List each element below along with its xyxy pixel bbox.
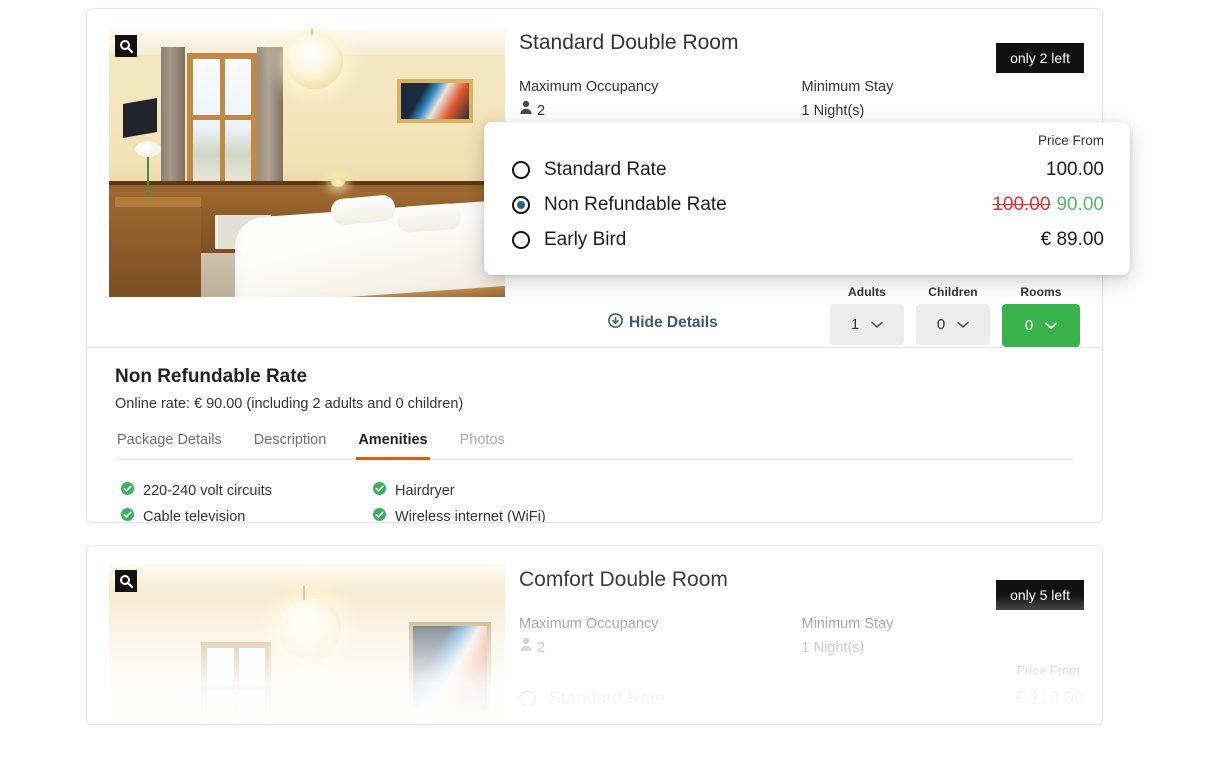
room-info: Standard Double Room only 2 left Maximum… <box>519 29 1084 122</box>
selected-rate-name: Non Refundable Rate <box>115 366 308 387</box>
rate-option-price: 100.00 <box>1045 158 1104 180</box>
radio-icon[interactable] <box>519 689 536 707</box>
status-badge: only 2 left <box>996 43 1084 73</box>
room-card-main: Comfort Double Room only 5 left Maximum … <box>87 546 1102 724</box>
room-photo-image <box>109 29 505 297</box>
adults-label: Adults <box>848 285 886 299</box>
rate-option-row[interactable]: Standard Rate € 110.00 <box>519 681 1084 715</box>
amenities-column-left: 220-240 volt circuits Cable television <box>121 480 373 523</box>
room-info: Comfort Double Room only 5 left Maximum … <box>519 566 1084 715</box>
rate-option-early-bird[interactable]: Early Bird € 89.00 <box>512 222 1104 257</box>
rate-options-preview: Price From Standard Rate € 110.00 <box>519 663 1084 715</box>
rooms-label: Rooms <box>1020 285 1062 299</box>
tab-package-details[interactable]: Package Details <box>115 432 224 459</box>
amenities-list: 220-240 volt circuits Cable television H… <box>115 460 1074 523</box>
hide-details-button[interactable]: Hide Details <box>608 313 718 333</box>
room-controls: Hide Details Adults 1 Children 0 Rooms 0 <box>87 277 1102 347</box>
rate-option-price: € 89.00 <box>1040 228 1104 250</box>
amenity-label: Hairdryer <box>395 482 455 499</box>
circle-arrow-down-icon <box>608 313 623 333</box>
tab-photos[interactable]: Photos <box>458 432 507 459</box>
list-item: Wireless internet (WiFi) <box>373 506 625 523</box>
rate-option-label: Standard Rate <box>549 687 666 708</box>
check-circle-icon <box>373 508 386 522</box>
rooms-selector-group: Rooms 0 <box>1002 285 1080 347</box>
person-icon <box>519 100 533 122</box>
check-circle-icon <box>373 482 386 499</box>
list-item: Hairdryer <box>373 480 625 501</box>
rate-option-standard[interactable]: Standard Rate 100.00 <box>512 152 1104 187</box>
amenity-label: 220-240 volt circuits <box>143 482 272 499</box>
adults-value: 1 <box>850 316 860 333</box>
rate-details-panel: Non Refundable Rate Online rate: € 90.00… <box>87 347 1102 523</box>
rooms-value: 0 <box>1024 317 1034 334</box>
rate-option-label: Early Bird <box>544 228 627 250</box>
rate-selection-popup: Price From Standard Rate 100.00 Non Refu… <box>484 122 1130 275</box>
chevron-down-icon <box>871 316 883 333</box>
chevron-down-icon <box>957 316 969 333</box>
radio-icon[interactable] <box>512 195 530 214</box>
stay-label: Minimum Stay <box>801 616 894 632</box>
room-card: Comfort Double Room only 5 left Maximum … <box>86 545 1103 725</box>
occupancy-selectors: Adults 1 Children 0 Rooms 0 <box>830 285 1080 347</box>
chevron-down-icon <box>1045 317 1058 334</box>
rate-option-price: € 110.00 <box>1015 687 1084 708</box>
adults-select[interactable]: 1 <box>830 304 904 345</box>
occupancy-label: Maximum Occupancy <box>519 616 659 632</box>
stay-value: 1 Night(s) <box>801 640 865 656</box>
occupancy-block: Maximum Occupancy 2 <box>519 77 802 122</box>
person-icon <box>519 637 533 659</box>
occupancy-value-row: 2 <box>519 100 802 122</box>
page-root: Standard Double Room only 2 left Maximum… <box>0 0 1228 768</box>
details-tabs: Package Details Description Amenities Ph… <box>115 432 1074 460</box>
occupancy-value: 2 <box>537 640 546 656</box>
status-badge: only 5 left <box>996 580 1084 610</box>
stay-block: Minimum Stay 1 Night(s) <box>802 77 1085 122</box>
room-meta: Maximum Occupancy 2 Minimum Stay 1 Night… <box>519 614 1084 659</box>
stay-value: 1 Night(s) <box>801 103 865 119</box>
amenities-column-right: Hairdryer Wireless internet (WiFi) <box>373 480 625 523</box>
list-item: Cable television <box>121 506 373 523</box>
occupancy-value: 2 <box>537 103 546 119</box>
occupancy-block: Maximum Occupancy 2 <box>519 614 802 659</box>
tab-amenities[interactable]: Amenities <box>356 432 430 460</box>
rate-option-non-refundable[interactable]: Non Refundable Rate 100.00 90.00 <box>512 187 1104 222</box>
list-item: 220-240 volt circuits <box>121 480 373 501</box>
magnifier-icon[interactable] <box>115 35 137 57</box>
children-label: Children <box>928 285 978 299</box>
radio-icon[interactable] <box>512 230 530 249</box>
children-selector-group: Children 0 <box>916 285 990 345</box>
stay-block: Minimum Stay 1 Night(s) <box>802 614 1085 659</box>
tab-description[interactable]: Description <box>252 432 329 459</box>
children-value: 0 <box>936 316 946 333</box>
children-select[interactable]: 0 <box>916 304 990 345</box>
stay-label: Minimum Stay <box>801 79 894 95</box>
radio-icon[interactable] <box>512 160 530 179</box>
occupancy-value-row: 2 <box>519 637 802 659</box>
hide-details-label: Hide Details <box>629 314 718 331</box>
magnifier-icon[interactable] <box>115 570 137 592</box>
rate-option-price: 100.00 90.00 <box>992 194 1104 216</box>
amenity-label: Cable television <box>143 508 246 523</box>
adults-selector-group: Adults 1 <box>830 285 904 345</box>
room-meta: Maximum Occupancy 2 Minimum Stay 1 Night… <box>519 77 1084 122</box>
price-from-label: Price From <box>1037 133 1104 148</box>
check-circle-icon <box>121 508 134 522</box>
check-circle-icon <box>121 482 134 499</box>
rate-discounted-price: 90.00 <box>1056 193 1104 215</box>
room-photo-image <box>109 564 505 724</box>
online-rate-text: Online rate: € 90.00 (including 2 adults… <box>115 396 464 412</box>
amenity-label: Wireless internet (WiFi) <box>395 508 546 523</box>
room-photo[interactable] <box>109 29 505 297</box>
rate-option-label: Non Refundable Rate <box>544 193 727 215</box>
price-from-label: Price From <box>1016 663 1080 678</box>
rooms-select[interactable]: 0 <box>1002 304 1080 347</box>
occupancy-label: Maximum Occupancy <box>519 79 659 95</box>
room-photo[interactable] <box>109 564 505 724</box>
rate-option-label: Standard Rate <box>544 158 667 180</box>
rate-old-price: 100.00 <box>992 193 1051 215</box>
